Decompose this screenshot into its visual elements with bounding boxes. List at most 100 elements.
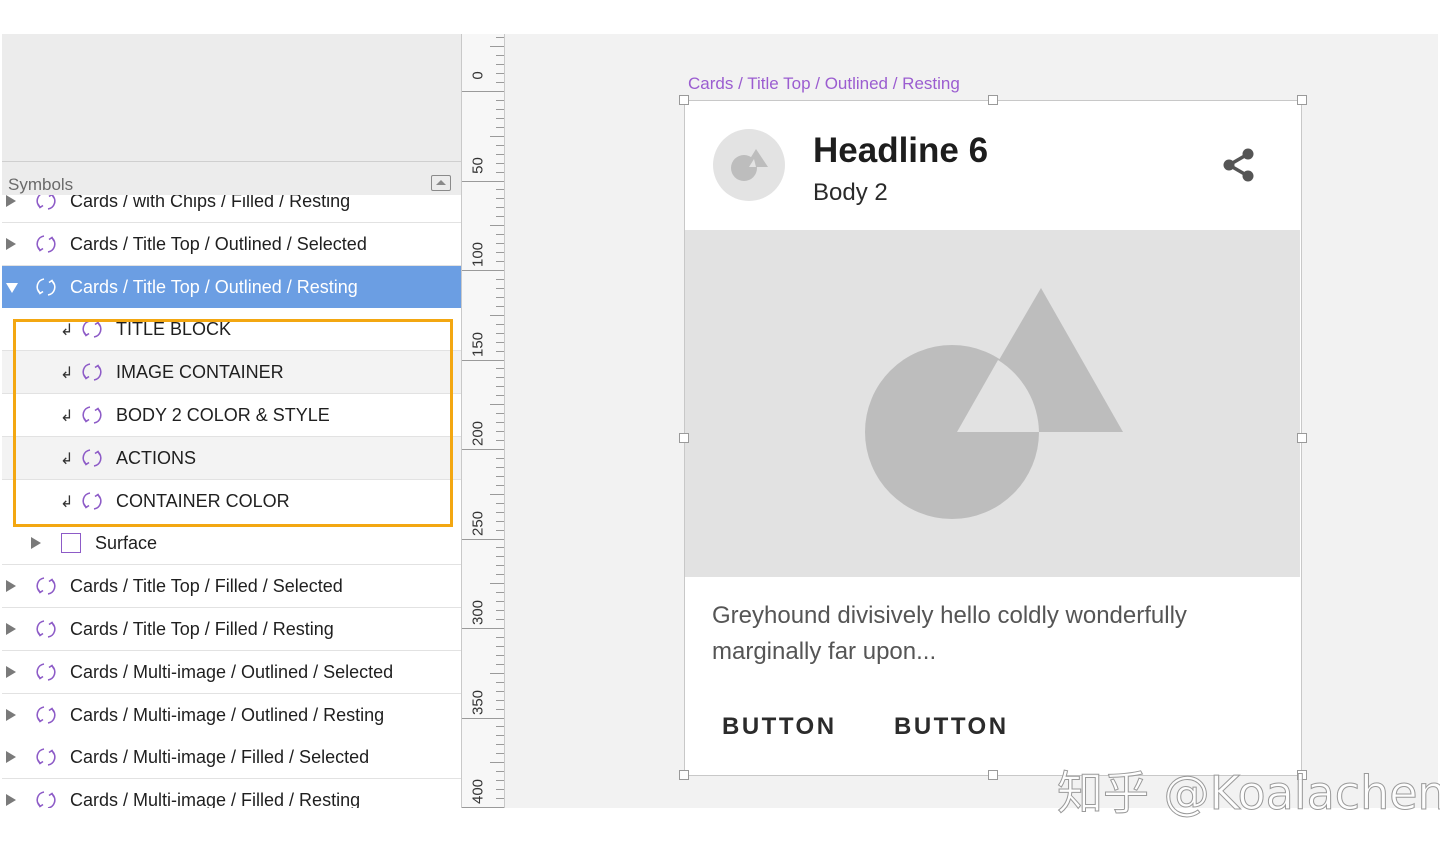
symbol-icon xyxy=(82,449,102,467)
ruler-tick xyxy=(490,135,504,137)
resize-handle[interactable] xyxy=(679,770,689,780)
ruler-tick xyxy=(496,64,504,66)
disclosure-expanded-icon[interactable] xyxy=(6,282,18,293)
ruler-tick xyxy=(496,699,504,701)
ruler-tick xyxy=(496,457,504,459)
layer-row[interactable]: ↲ TITLE BLOCK xyxy=(2,308,461,352)
disclosure-collapsed-icon[interactable] xyxy=(6,665,16,678)
symbol-icon xyxy=(36,277,56,296)
disclosure-collapsed-icon[interactable] xyxy=(6,237,16,250)
ruler-tick xyxy=(490,314,504,316)
ruler-tick xyxy=(490,762,504,764)
layer-list: Cards / with Chips / Filled / Resting Car… xyxy=(2,195,461,808)
layer-row[interactable]: Cards / Multi-image / Filled / Resting xyxy=(2,779,461,808)
resize-handle[interactable] xyxy=(679,95,689,105)
layer-row[interactable]: ↲ CONTAINER COLOR xyxy=(2,479,461,523)
ruler-label: 300 xyxy=(469,599,487,626)
resize-handle[interactable] xyxy=(1297,433,1307,443)
shape-layer-icon xyxy=(61,533,81,554)
ruler-tick xyxy=(496,82,504,84)
disclosure-collapsed-icon[interactable] xyxy=(6,580,16,593)
ruler-tick xyxy=(496,350,504,352)
ruler-tick xyxy=(496,243,504,245)
ruler-tick xyxy=(496,216,504,218)
symbol-icon xyxy=(36,748,56,767)
layer-row[interactable]: Cards / with Chips / Filled / Resting xyxy=(2,195,461,223)
disclosure-collapsed-icon[interactable] xyxy=(6,708,16,721)
layer-row[interactable]: Cards / Multi-image / Outlined / Resting xyxy=(2,693,461,737)
layer-label: Cards / Title Top / Outlined / Selected xyxy=(70,233,367,254)
ruler-tick xyxy=(496,144,504,146)
ruler-tick xyxy=(496,171,504,173)
ruler-tick xyxy=(496,99,504,101)
disclosure-collapsed-icon[interactable] xyxy=(6,195,16,207)
card-headline: Headline 6 xyxy=(813,131,989,170)
layer-row[interactable]: Surface xyxy=(2,522,461,566)
ruler-tick xyxy=(496,368,504,370)
vertical-ruler: 0 50 100 150 200 250 300 350 400 xyxy=(461,34,505,808)
ruler-tick xyxy=(496,422,504,424)
disclosure-collapsed-icon[interactable] xyxy=(6,794,16,807)
layer-label: ACTIONS xyxy=(116,447,197,468)
ruler-tick xyxy=(496,117,504,119)
card-symbol-instance[interactable]: Headline 6 Body 2 Greyhound divisively h… xyxy=(679,95,1307,780)
layer-row[interactable]: Cards / Title Top / Filled / Selected xyxy=(2,565,461,609)
ruler-tick xyxy=(496,332,504,334)
symbol-icon xyxy=(82,491,102,510)
resize-handle[interactable] xyxy=(988,95,998,105)
ruler-tick xyxy=(462,717,504,719)
layers-sidebar: Symbols Cards / with Chips / Filled / Re… xyxy=(2,34,461,808)
ruler-tick xyxy=(496,466,504,468)
ruler-tick xyxy=(462,449,504,450)
ruler-tick xyxy=(496,547,504,549)
ruler-tick xyxy=(490,493,504,495)
collapse-section-icon[interactable] xyxy=(431,175,451,191)
layer-row[interactable]: Cards / Multi-image / Filled / Selected xyxy=(2,736,461,780)
ruler-tick xyxy=(496,261,504,263)
ruler-tick xyxy=(496,296,504,298)
ruler-tick xyxy=(490,404,504,406)
disclosure-collapsed-icon[interactable] xyxy=(31,537,41,550)
ruler-tick xyxy=(496,252,504,254)
layer-row[interactable]: Cards / Title Top / Filled / Resting xyxy=(2,608,461,651)
symbol-icon xyxy=(82,320,102,339)
ruler-tick xyxy=(462,628,504,629)
disclosure-collapsed-icon[interactable] xyxy=(6,751,16,764)
ruler-tick xyxy=(496,645,504,647)
resize-handle[interactable] xyxy=(1297,95,1307,105)
layer-row[interactable]: ↲ ACTIONS xyxy=(2,436,461,480)
layer-label: Cards / Title Top / Filled / Resting xyxy=(70,619,334,639)
image-placeholder-icon xyxy=(865,288,1123,519)
ruler-tick xyxy=(496,663,504,665)
layer-row[interactable]: ↲ IMAGE CONTAINER xyxy=(2,351,461,395)
card-action-button[interactable]: BUTTON xyxy=(894,713,1009,741)
ruler-label: 200 xyxy=(469,420,487,447)
ruler-tick xyxy=(496,386,504,388)
ruler-tick xyxy=(496,413,504,415)
layer-row[interactable]: ↲ BODY 2 COLOR & STYLE xyxy=(2,394,461,437)
canvas[interactable]: Cards / Title Top / Outlined / Resting H… xyxy=(505,34,1438,808)
ruler-tick xyxy=(462,270,504,271)
share-icon[interactable] xyxy=(1218,145,1258,185)
card-supporting-text: Greyhound divisively hello coldly wonder… xyxy=(712,602,1187,665)
layer-label: Surface xyxy=(95,533,158,554)
ruler-tick xyxy=(496,753,504,755)
artboard-label[interactable]: Cards / Title Top / Outlined / Resting xyxy=(688,74,960,94)
ruler-tick xyxy=(496,189,504,191)
symbol-icon xyxy=(36,620,56,638)
card-action-button[interactable]: BUTTON xyxy=(722,713,837,741)
resize-handle[interactable] xyxy=(679,433,689,443)
layer-row[interactable]: Cards / Title Top / Outlined / Selected xyxy=(2,222,461,266)
ruler-label: 400 xyxy=(469,778,487,805)
ruler-tick xyxy=(496,601,504,603)
layer-row[interactable]: Cards / Title Top / Outlined / Resting xyxy=(2,265,461,309)
ruler-label: 150 xyxy=(469,331,487,357)
override-arrow-icon: ↲ xyxy=(60,322,74,340)
layer-row[interactable]: Cards / Multi-image / Outlined / Selecte… xyxy=(2,650,461,694)
ruler-tick xyxy=(496,780,504,782)
ruler-tick xyxy=(462,807,504,808)
disclosure-collapsed-icon[interactable] xyxy=(6,623,16,635)
resize-handle[interactable] xyxy=(988,770,998,780)
ruler-tick xyxy=(496,726,504,728)
override-arrow-icon: ↲ xyxy=(60,365,74,383)
